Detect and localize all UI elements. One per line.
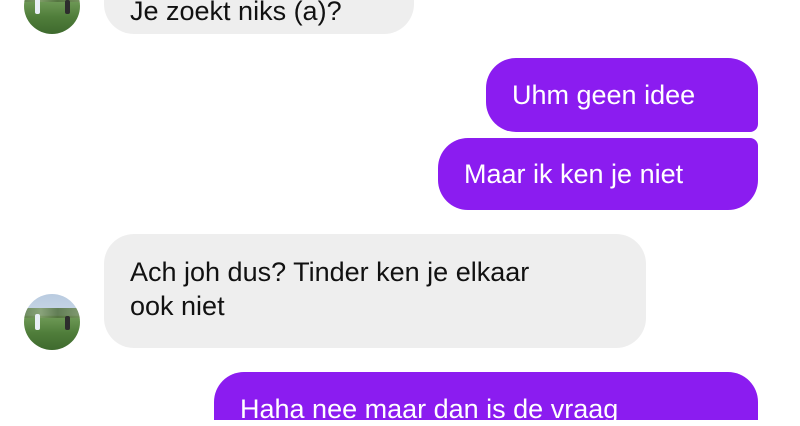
message-bubble-outgoing[interactable]: Uhm geen idee xyxy=(486,58,758,132)
avatar-figure xyxy=(65,316,70,330)
message-bubble-outgoing[interactable]: Maar ik ken je niet xyxy=(438,138,758,210)
message-text: Maar ik ken je niet xyxy=(464,159,684,189)
message-text: Je zoekt niks (a)? xyxy=(130,0,342,26)
message-text-line: ook niet xyxy=(130,291,225,321)
avatar-figure xyxy=(65,0,70,14)
message-bubble-outgoing[interactable]: Haha nee maar dan is de vraag xyxy=(214,372,758,424)
message-text-line: Ach joh dus? Tinder ken je elkaar xyxy=(130,257,530,287)
message-bubble-incoming[interactable]: Ach joh dus? Tinder ken je elkaar ook ni… xyxy=(104,234,646,348)
avatar-figure xyxy=(35,0,40,14)
contact-avatar[interactable] xyxy=(24,294,80,350)
message-text: Uhm geen idee xyxy=(512,80,696,110)
avatar-background xyxy=(24,308,80,318)
contact-avatar[interactable] xyxy=(24,0,80,34)
avatar-background xyxy=(24,0,80,2)
avatar-figure xyxy=(35,314,40,330)
message-bubble-incoming[interactable]: Je zoekt niks (a)? xyxy=(104,0,414,34)
